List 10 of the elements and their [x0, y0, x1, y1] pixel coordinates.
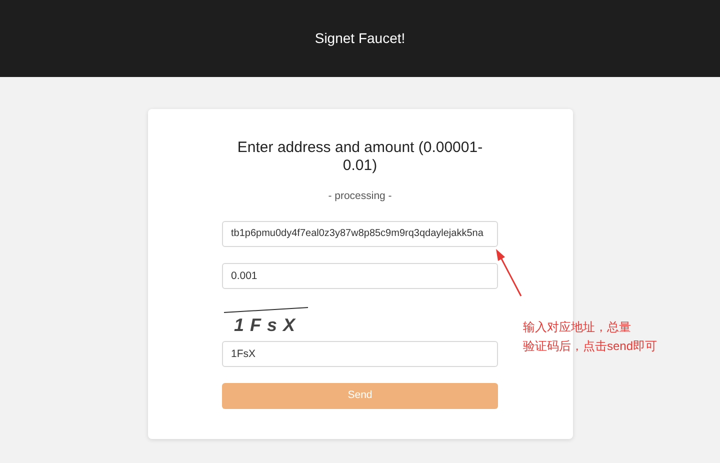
- form-heading: Enter address and amount (0.00001-0.01): [236, 139, 484, 175]
- arrow-icon: [494, 248, 524, 298]
- annotation-text: 输入对应地址，总量: [523, 320, 632, 335]
- amount-field[interactable]: 0.001: [222, 262, 498, 289]
- captcha-field[interactable]: 1FsX: [222, 340, 498, 367]
- captcha-image: 1FsX: [234, 314, 302, 337]
- address-field[interactable]: tb1p6pmu0dy4f7eal0z3y87w8p85c9m9rq3qdaylejakk5na: [222, 220, 498, 247]
- site-title: Signet Faucet!: [314, 29, 406, 48]
- status-text: - processing -: [328, 189, 392, 204]
- annotation-text: 验证码后，点击send即可: [523, 339, 658, 354]
